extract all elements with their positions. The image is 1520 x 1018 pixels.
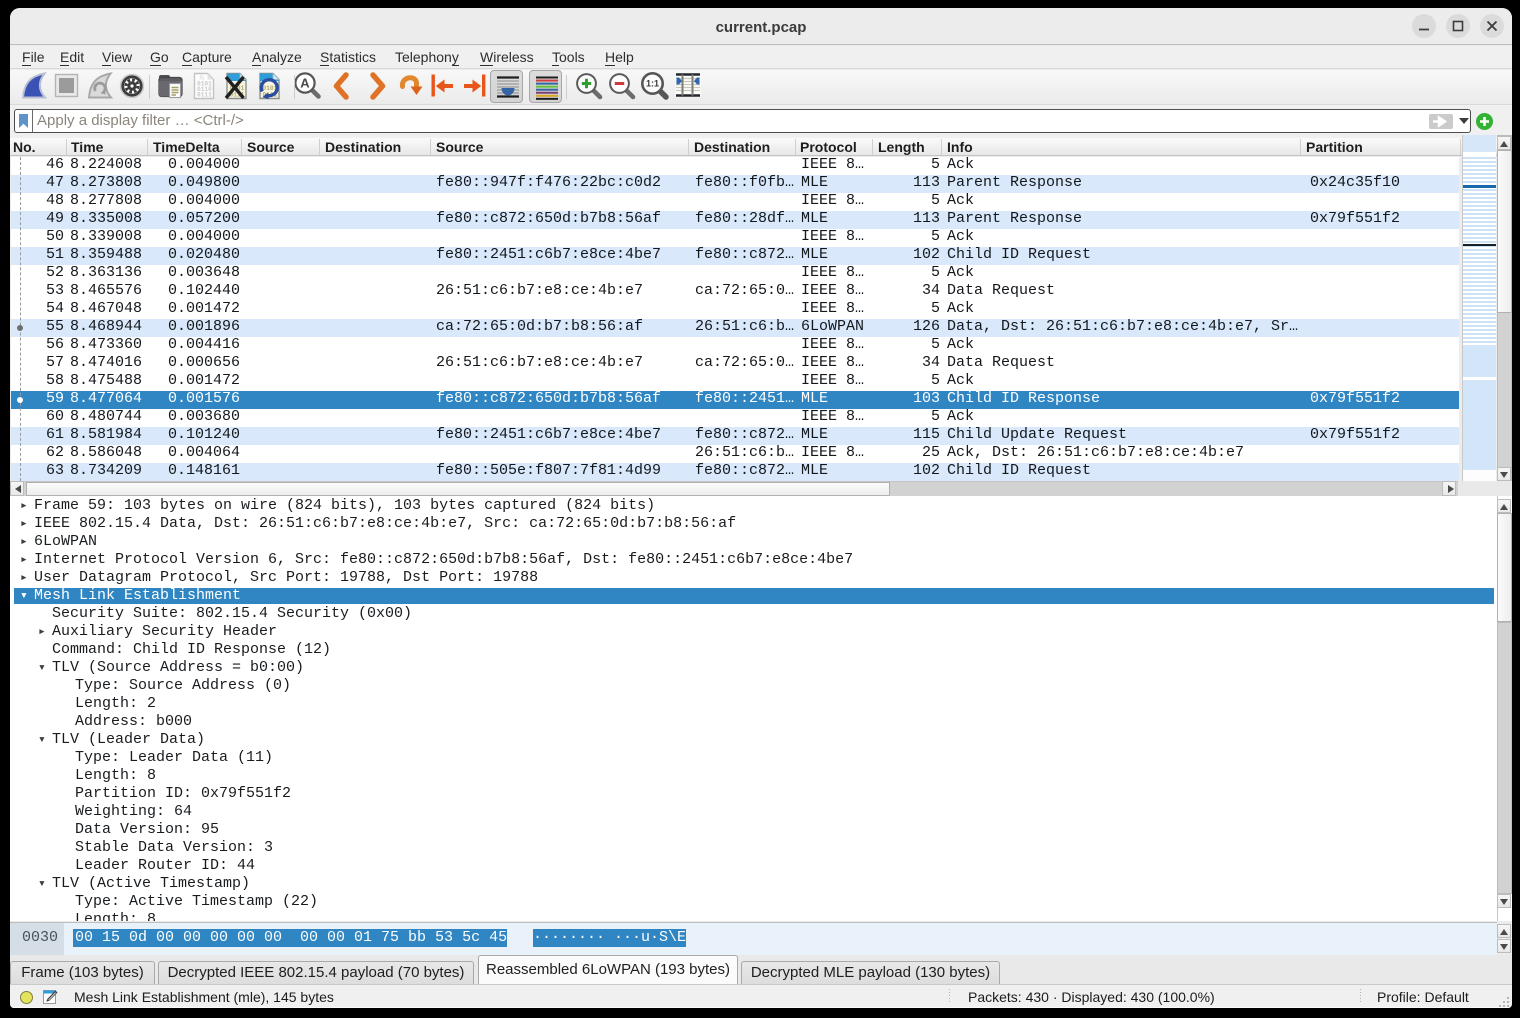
svg-text:0111: 0111 [197, 92, 212, 99]
svg-text:1:1: 1:1 [646, 79, 659, 89]
svg-text:A: A [300, 76, 310, 91]
